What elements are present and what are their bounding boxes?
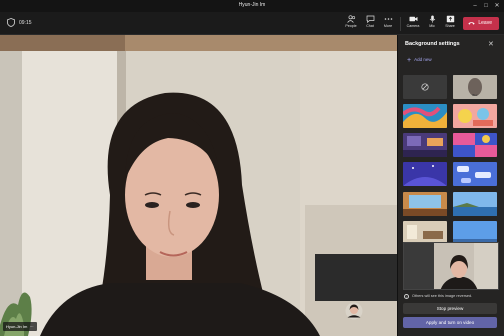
background-purple-space-thumb[interactable]	[403, 162, 447, 186]
background-abstract-colorful-thumb[interactable]	[403, 104, 447, 128]
window-title-bar: Hyun-Jin Im – □ ✕	[0, 0, 504, 12]
panel-title: Background settings	[405, 41, 460, 47]
maximize-icon[interactable]: □	[481, 1, 491, 11]
camera-icon	[409, 16, 417, 22]
chat-icon	[366, 15, 374, 23]
share-button[interactable]: Share	[440, 15, 460, 33]
people-label: People	[345, 24, 357, 28]
window-title: Hyun-Jin Im	[238, 2, 266, 8]
self-view-tile[interactable]	[315, 254, 397, 301]
background-preview	[403, 104, 447, 128]
participant-name: Hyun-Jin Im	[6, 324, 28, 329]
chat-label: Chat	[366, 24, 374, 28]
stop-preview-button[interactable]: Stop preview	[403, 303, 497, 314]
reversed-image-note: i Others will see this image reversed.	[404, 294, 472, 299]
call-timer: 09:15	[19, 20, 32, 26]
blur-label: Blur	[472, 93, 478, 97]
background-preview	[403, 192, 447, 216]
camera-button[interactable]: Camera	[403, 15, 423, 33]
no-background-icon	[421, 83, 429, 91]
leave-button[interactable]: Leave	[463, 17, 499, 30]
people-button[interactable]: People	[341, 15, 361, 33]
shield-icon	[7, 18, 15, 27]
share-label: Share	[445, 24, 455, 28]
more-label: More	[383, 24, 393, 28]
background-pink-blue-pattern-thumb[interactable]	[453, 133, 497, 157]
info-icon: i	[404, 294, 409, 299]
background-sky-coast-thumb[interactable]	[453, 192, 497, 216]
mic-button[interactable]: Mic	[422, 15, 442, 33]
background-preview	[453, 104, 497, 128]
background-preview	[453, 192, 497, 216]
minimize-icon[interactable]: –	[470, 1, 480, 11]
background-blue-chat-bubbles-thumb[interactable]	[453, 162, 497, 186]
phone-hangup-icon	[468, 22, 475, 25]
close-panel-icon[interactable]: ✕	[488, 40, 494, 48]
meeting-toolbar: 09:15 People Chat More Camera Mic Share …	[0, 12, 504, 35]
more-button[interactable]: More	[378, 15, 398, 33]
toolbar-divider	[400, 17, 401, 31]
participant-name-tag: Hyun-Jin Im ···	[3, 322, 37, 331]
background-preview	[403, 162, 447, 186]
self-preview-image	[404, 243, 498, 289]
apply-and-turn-on-video-button[interactable]: Apply and turn on video	[403, 317, 497, 328]
plus-icon: +	[407, 57, 412, 64]
background-preview	[453, 162, 497, 186]
more-icon	[384, 18, 392, 20]
leave-label: Leave	[478, 20, 492, 26]
background-office-window-thumb[interactable]	[403, 192, 447, 216]
camera-label: Camera	[406, 24, 420, 28]
add-new-label: Add new	[414, 57, 432, 62]
people-icon	[346, 15, 355, 23]
chat-button[interactable]: Chat	[360, 15, 380, 33]
add-new-button[interactable]: + Add new	[407, 57, 432, 64]
background-none-thumb[interactable]	[403, 75, 447, 99]
close-icon[interactable]: ✕	[492, 1, 502, 11]
note-text: Others will see this image reversed.	[412, 294, 473, 298]
background-blur-thumb[interactable]: Blur	[453, 75, 497, 99]
background-preview	[453, 133, 497, 157]
background-preview	[403, 133, 447, 157]
mic-icon	[429, 15, 435, 23]
self-avatar	[345, 302, 363, 320]
background-abstract-pink-thumb[interactable]	[453, 104, 497, 128]
mic-label: Mic	[429, 24, 435, 28]
share-icon	[446, 15, 454, 23]
background-preview-card	[403, 242, 499, 290]
more-options-icon[interactable]: ···	[28, 324, 34, 329]
background-purple-room-thumb[interactable]	[403, 133, 447, 157]
